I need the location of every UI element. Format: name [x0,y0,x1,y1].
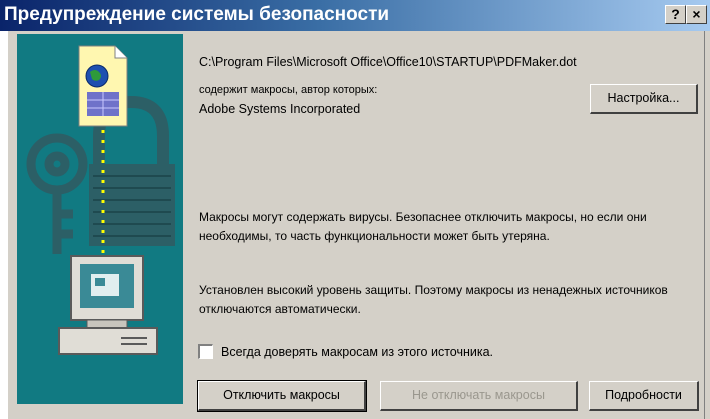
macro-virus-warning: Макросы могут содержать вирусы. Безопасн… [199,210,647,243]
title-bar[interactable]: Предупреждение системы безопасности ? × [0,0,710,31]
trust-source-checkbox[interactable] [198,344,213,359]
macro-contains-label: содержит макросы, автор которых: [199,84,378,96]
window-title: Предупреждение системы безопасности [4,4,390,25]
disable-macros-button[interactable]: Отключить макросы [197,380,367,412]
macro-file-path: C:\Program Files\Microsoft Office\Office… [199,55,577,69]
security-level-notice: Установлен высокий уровень защиты. Поэто… [199,283,668,316]
trust-source-label[interactable]: Всегда доверять макросам из этого источн… [221,345,493,359]
help-button[interactable]: ? [665,5,686,24]
document-icon [78,45,128,127]
macro-author: Adobe Systems Incorporated [199,102,361,116]
enable-macros-button[interactable]: Не отключать макросы [380,381,578,411]
security-warning-dialog: Предупреждение системы безопасности ? × [0,0,710,419]
right-border [704,31,710,419]
close-button[interactable]: × [686,5,707,24]
left-border [0,31,8,419]
details-button[interactable]: Подробности [589,381,699,411]
security-illustration [17,34,183,404]
computer-icon [58,255,158,355]
keys-icon [26,133,88,254]
globe-icon [85,64,109,88]
settings-button[interactable]: Настройка... [590,84,698,114]
